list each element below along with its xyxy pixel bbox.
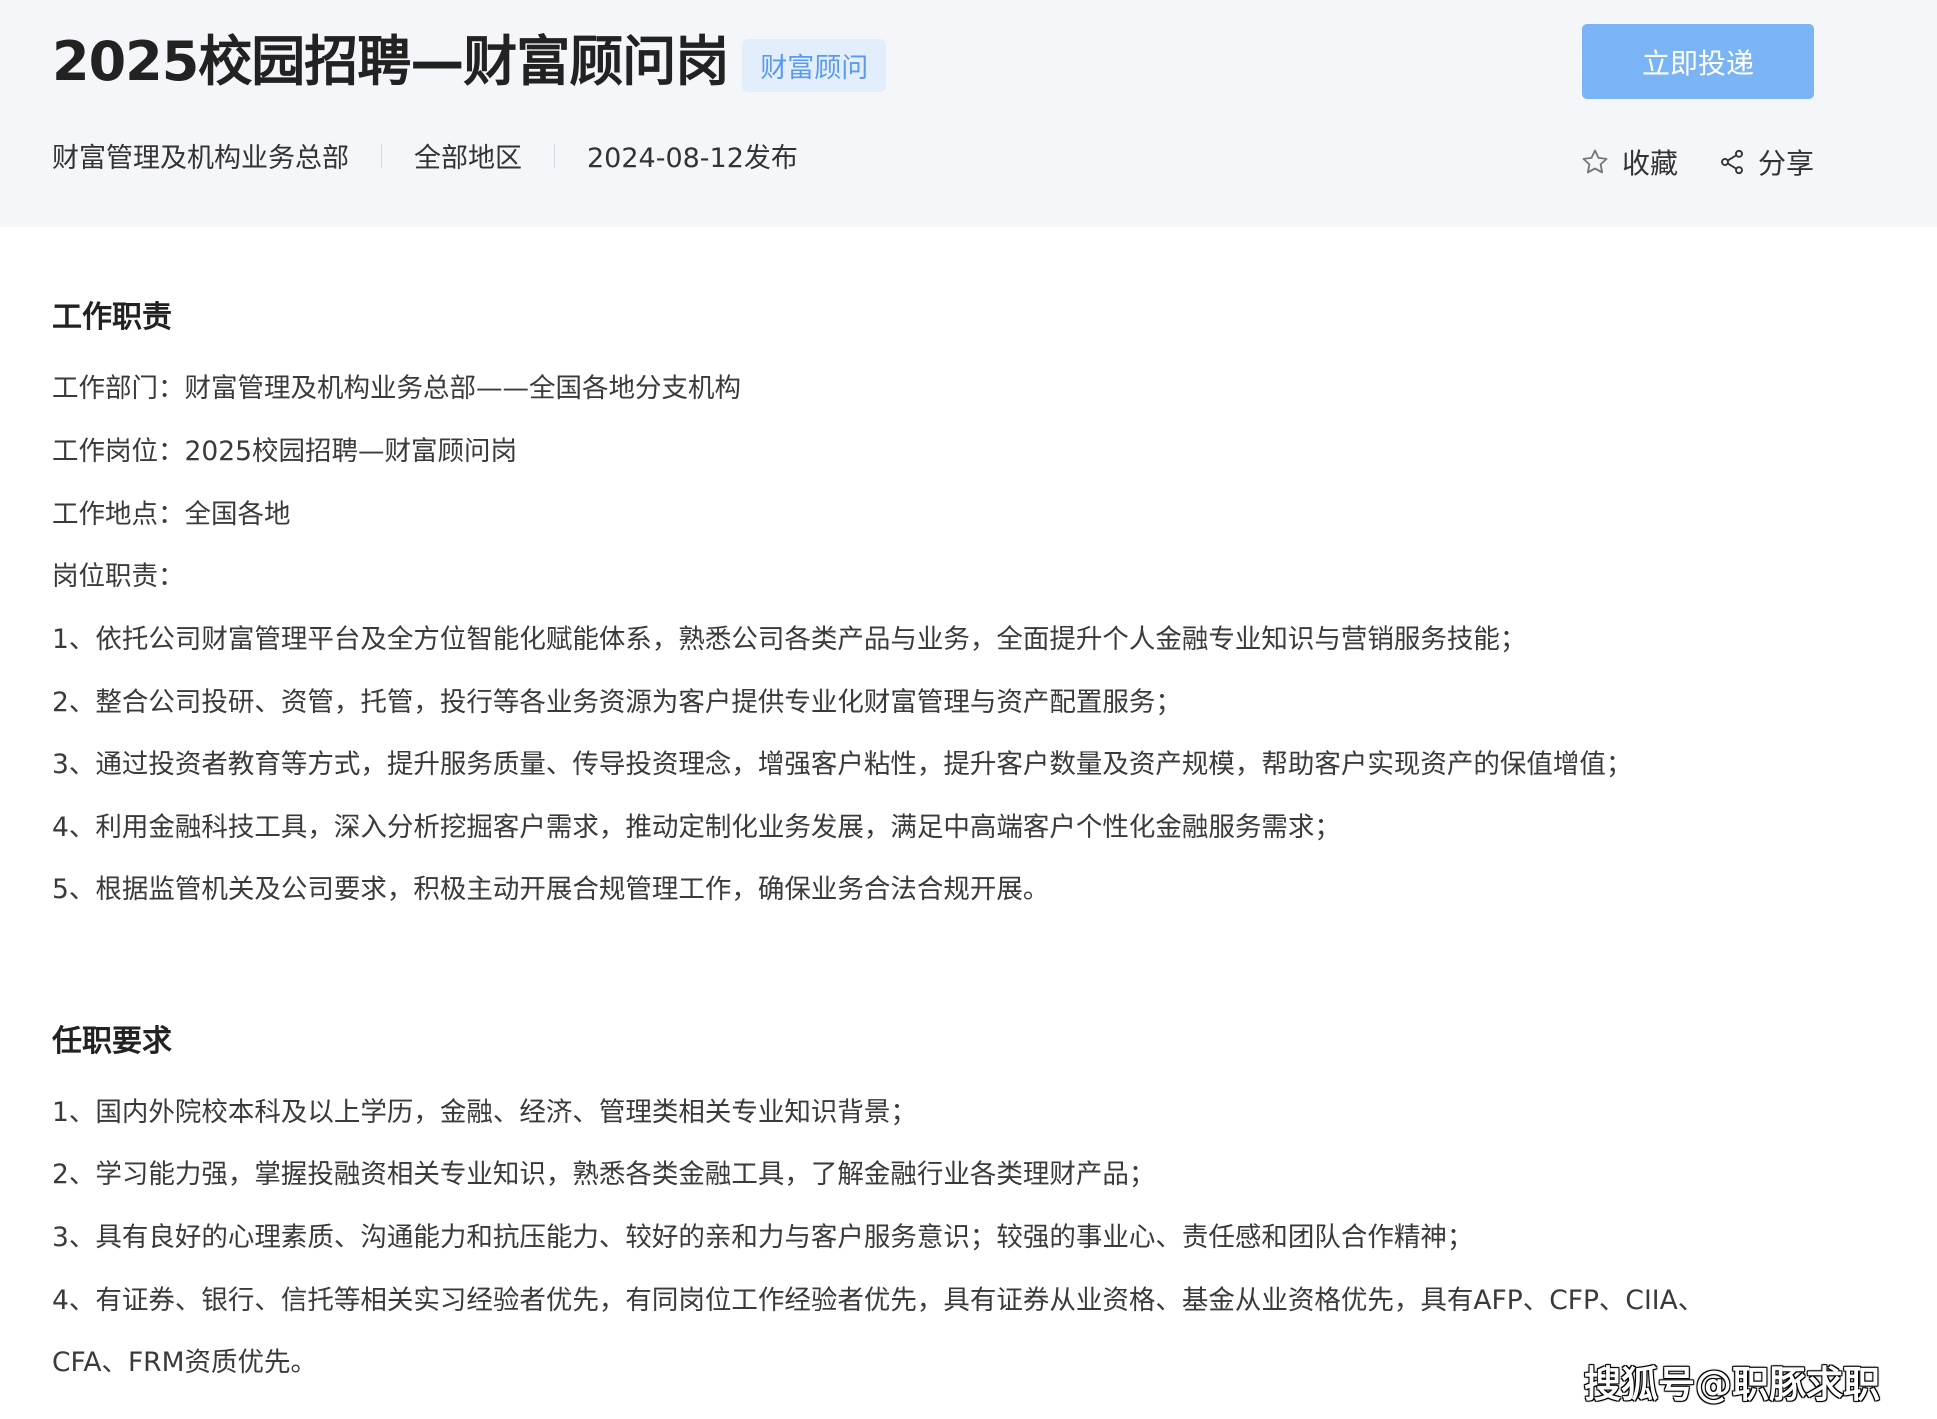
duty-line: 5、根据监管机关及公司要求，积极主动开展合规管理工作，确保业务合法合规开展。 [52,874,1050,905]
share-button[interactable]: 分享 [1718,142,1814,182]
duty-line: 岗位职责： [52,561,185,592]
requirements-heading: 任职要求 [52,1024,172,1059]
duty-line: 工作岗位：2025校园招聘—财富顾问岗 [52,436,517,467]
publish-date: 2024-08-12发布 [587,143,798,174]
meta-divider [554,143,555,168]
apply-button[interactable]: 立即投递 [1582,24,1814,99]
duty-line: 4、利用金融科技工具，深入分析挖掘客户需求，推动定制化业务发展，满足中高端客户个… [52,812,1341,843]
job-title: 2025校园招聘—财富顾问岗 [52,30,729,93]
favorite-button[interactable]: 收藏 [1580,142,1678,182]
requirement-line: 4、有证券、银行、信托等相关实习经验者优先，有同岗位工作经验者优先，具有证券从业… [52,1285,1705,1316]
title-row: 2025校园招聘—财富顾问岗 财富顾问 [52,28,887,96]
region-text: 全部地区 [414,143,522,174]
requirement-line: 3、具有良好的心理素质、沟通能力和抗压能力、较好的亲和力与客户服务意识；较强的事… [52,1222,1474,1253]
job-category-tag: 财富顾问 [742,38,887,92]
job-meta: 财富管理及机构业务总部 全部地区 2024-08-12发布 [52,136,798,175]
watermark: 搜狐号@职豚求职 [1584,1363,1880,1406]
duty-line: 1、依托公司财富管理平台及全方位智能化赋能体系，熟悉公司各类产品与业务，全面提升… [52,624,1527,655]
favorite-label: 收藏 [1622,147,1679,180]
requirement-line: 1、国内外院校本科及以上学历，金融、经济、管理类相关专业知识背景； [52,1097,917,1128]
requirement-line: CFA、FRM资质优先。 [52,1347,317,1378]
meta-divider [381,143,382,168]
duties-heading: 工作职责 [52,300,172,335]
duty-line: 2、整合公司投研、资管，托管，投行等各业务资源为客户提供专业化财富管理与资产配置… [52,687,1182,718]
star-outline-icon [1582,149,1608,174]
share-nodes-icon [1721,149,1743,175]
job-header: 2025校园招聘—财富顾问岗 财富顾问 财富管理及机构业务总部 全部地区 202… [0,0,1937,227]
duty-line: 3、通过投资者教育等方式，提升服务质量、传导投资理念，增强客户粘性，提升客户数量… [52,749,1633,780]
requirement-line: 2、学习能力强，掌握投融资相关专业知识，熟悉各类金融工具，了解金融行业各类理财产… [52,1159,1156,1190]
duty-line: 工作部门：财富管理及机构业务总部——全国各地分支机构 [52,373,741,404]
duty-line: 工作地点：全国各地 [52,499,291,530]
department-text: 财富管理及机构业务总部 [52,143,349,174]
share-label: 分享 [1758,147,1815,180]
